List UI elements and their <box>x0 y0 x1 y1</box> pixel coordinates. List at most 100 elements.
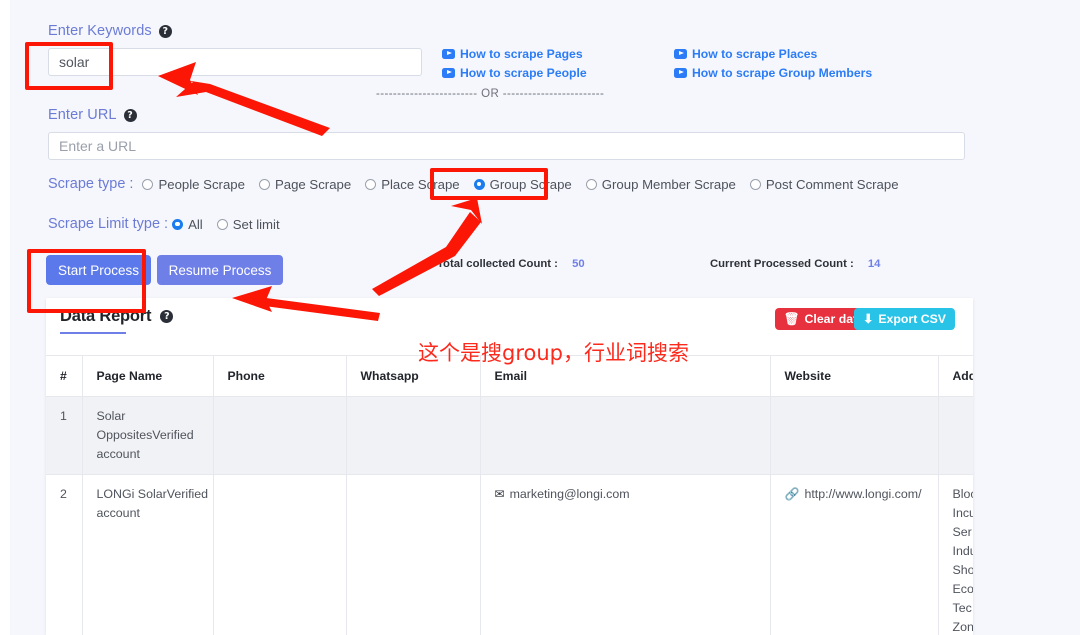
cell-address: Bloc Incu Ser Indu Sho Eco Tec Zon <box>938 474 974 635</box>
address-line: Indu <box>952 544 974 558</box>
data-report-table: # Page Name Phone Whatsapp Email Website… <box>46 355 973 635</box>
radio-label: Page Scrape <box>274 176 352 192</box>
title-underline <box>60 332 126 334</box>
column-header-index[interactable]: # <box>46 355 83 397</box>
scrape-limit-label: Scrape Limit type : <box>48 216 169 232</box>
data-report-title: Data Report ? <box>60 307 174 326</box>
resume-process-button[interactable]: Resume Process <box>157 255 283 285</box>
radio-option-group-member-scrape[interactable]: Group Member Scrape <box>585 176 736 192</box>
radio-icon-selected[interactable] <box>172 218 184 230</box>
cell-website: 🔗 http://www.longi.com/ <box>770 474 939 635</box>
cell-website <box>770 396 939 475</box>
total-collected-count-value: 50 <box>572 258 585 270</box>
radio-icon[interactable] <box>749 178 761 190</box>
download-icon: ⬇ <box>863 312 874 326</box>
cell-email <box>480 396 771 475</box>
cell-website-value[interactable]: http://www.longi.com/ <box>804 487 921 501</box>
radio-option-page-scrape[interactable]: Page Scrape <box>258 176 352 192</box>
video-link-how-to-scrape-group-members[interactable]: How to scrape Group Members <box>674 66 872 80</box>
url-label-text: Enter URL <box>48 107 117 123</box>
column-header-website[interactable]: Website <box>770 355 939 397</box>
address-line: Zon <box>952 620 974 634</box>
total-collected-count-label: Total collected Count : <box>437 258 558 270</box>
youtube-icon <box>674 68 687 78</box>
radio-icon[interactable] <box>585 178 597 190</box>
annotation-note: 这个是搜group，行业词搜索 <box>418 341 689 365</box>
cell-page-name: Solar OppositesVerified account <box>82 396 214 475</box>
cell-whatsapp <box>346 396 481 475</box>
youtube-icon <box>442 49 455 59</box>
radio-label: Group Member Scrape <box>601 176 736 192</box>
start-process-button[interactable]: Start Process <box>46 255 151 285</box>
radio-icon-selected[interactable] <box>473 178 485 190</box>
table-row[interactable]: 2 LONGi SolarVerified account ✉ marketing… <box>46 474 974 635</box>
help-icon[interactable]: ? <box>160 310 174 323</box>
youtube-icon <box>442 68 455 78</box>
or-divider: ------------------------ OR ------------… <box>376 88 605 100</box>
cell-phone <box>213 396 347 475</box>
help-icon[interactable]: ? <box>158 24 172 38</box>
cell-email: ✉ marketing@longi.com <box>480 474 771 635</box>
data-report-title-text: Data Report <box>60 307 152 325</box>
radio-option-set-limit[interactable]: Set limit <box>216 216 280 232</box>
radio-option-all[interactable]: All <box>172 217 203 232</box>
table-row[interactable]: 1 Solar OppositesVerified account <box>46 396 973 475</box>
video-link-how-to-scrape-places[interactable]: How to scrape Places <box>674 47 817 61</box>
radio-label: Set limit <box>232 216 280 232</box>
address-line: Bloc <box>952 487 974 501</box>
keywords-label-text: Enter Keywords <box>48 23 152 39</box>
link-icon: 🔗 <box>784 487 800 501</box>
radio-option-people-scrape[interactable]: People Scrape <box>142 177 245 192</box>
cell-page-name: LONGi SolarVerified account <box>82 474 214 635</box>
address-line: Sho <box>952 563 974 577</box>
url-label: Enter URL ? <box>48 107 137 123</box>
total-collected-count: Total collected Count : 50 <box>437 258 585 270</box>
current-processed-count: Current Processed Count : 14 <box>710 258 880 270</box>
radio-option-post-comment-scrape[interactable]: Post Comment Scrape <box>749 176 899 192</box>
cell-whatsapp <box>346 474 481 635</box>
radio-icon[interactable] <box>365 178 377 190</box>
video-link-label: How to scrape Pages <box>460 47 583 61</box>
scrape-type-group: Scrape type : People Scrape Page Scrape … <box>48 176 913 192</box>
cell-phone <box>213 474 347 635</box>
radio-option-place-scrape[interactable]: Place Scrape <box>365 176 460 192</box>
radio-label: Group Scrape <box>489 176 572 192</box>
radio-label: Place Scrape <box>381 176 460 192</box>
app-page: Enter Keywords ? How to scrape Pages How… <box>10 0 1080 635</box>
export-csv-label: Export CSV <box>878 312 946 326</box>
radio-label: All <box>188 216 203 232</box>
radio-option-group-scrape[interactable]: Group Scrape <box>473 176 572 192</box>
current-processed-count-label: Current Processed Count : <box>710 258 854 270</box>
address-line: Tec <box>952 601 972 615</box>
address-line: Incu <box>952 506 974 520</box>
address-line: Eco <box>952 582 974 596</box>
trash-icon: 🗑 <box>783 311 800 326</box>
scrape-limit-group: Scrape Limit type : All Set limit <box>48 216 294 232</box>
radio-icon[interactable] <box>142 178 154 190</box>
column-header-address[interactable]: Add <box>938 355 973 397</box>
radio-label: Post Comment Scrape <box>765 176 899 192</box>
export-csv-button[interactable]: ⬇ Export CSV <box>854 308 955 330</box>
url-input[interactable] <box>48 132 965 160</box>
cell-index: 1 <box>46 396 83 475</box>
address-line: Ser <box>952 525 972 539</box>
cell-email-value[interactable]: marketing@longi.com <box>510 487 630 501</box>
help-icon[interactable]: ? <box>123 108 137 122</box>
video-link-label: How to scrape Places <box>692 47 818 61</box>
email-icon: ✉ <box>494 487 505 501</box>
video-link-label: How to scrape People <box>460 66 587 80</box>
youtube-icon <box>674 49 687 59</box>
radio-label: People Scrape <box>158 176 245 192</box>
column-header-page-name[interactable]: Page Name <box>82 355 214 397</box>
cell-index: 2 <box>46 474 83 635</box>
video-link-how-to-scrape-people[interactable]: How to scrape People <box>442 66 587 80</box>
radio-icon[interactable] <box>258 178 270 190</box>
keywords-input[interactable] <box>48 48 422 76</box>
video-link-label: How to scrape Group Members <box>692 66 873 80</box>
cell-address <box>938 396 973 475</box>
video-link-how-to-scrape-pages[interactable]: How to scrape Pages <box>442 47 583 61</box>
radio-icon[interactable] <box>216 218 228 230</box>
scrape-type-label: Scrape type : <box>48 176 134 192</box>
column-header-phone[interactable]: Phone <box>213 355 347 397</box>
keywords-label: Enter Keywords ? <box>48 23 172 39</box>
